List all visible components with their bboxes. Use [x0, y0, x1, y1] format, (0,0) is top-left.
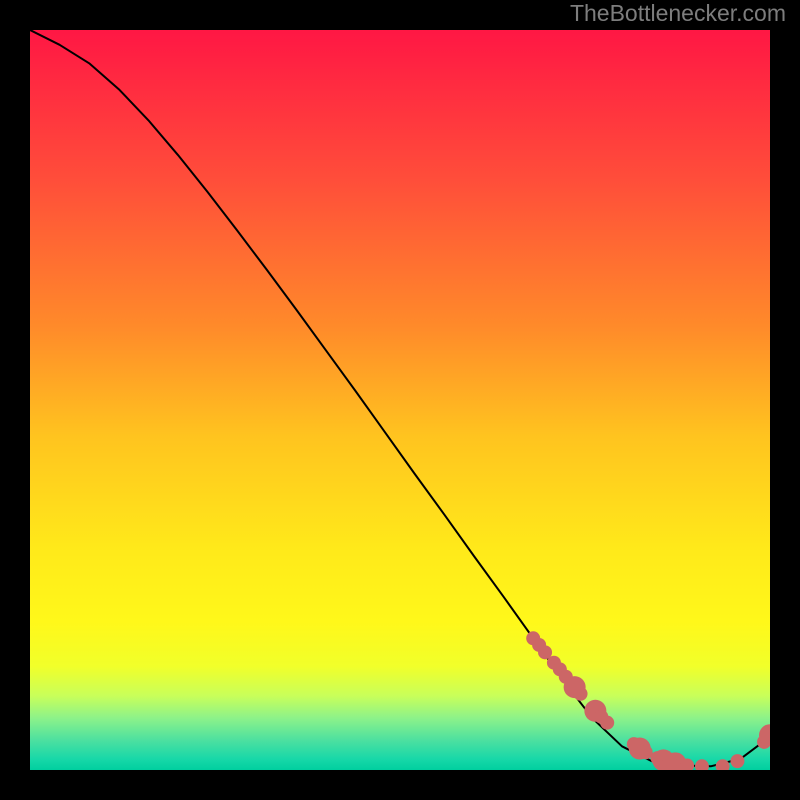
data-point [600, 716, 614, 730]
data-point [730, 754, 744, 768]
data-point [639, 745, 653, 759]
chart-svg [30, 30, 770, 770]
chart-frame: TheBottlenecker.com [0, 0, 800, 800]
watermark-label: TheBottlenecker.com [570, 0, 786, 27]
chart-plot-area [30, 30, 770, 770]
gradient-background [30, 30, 770, 770]
data-point [574, 687, 588, 701]
